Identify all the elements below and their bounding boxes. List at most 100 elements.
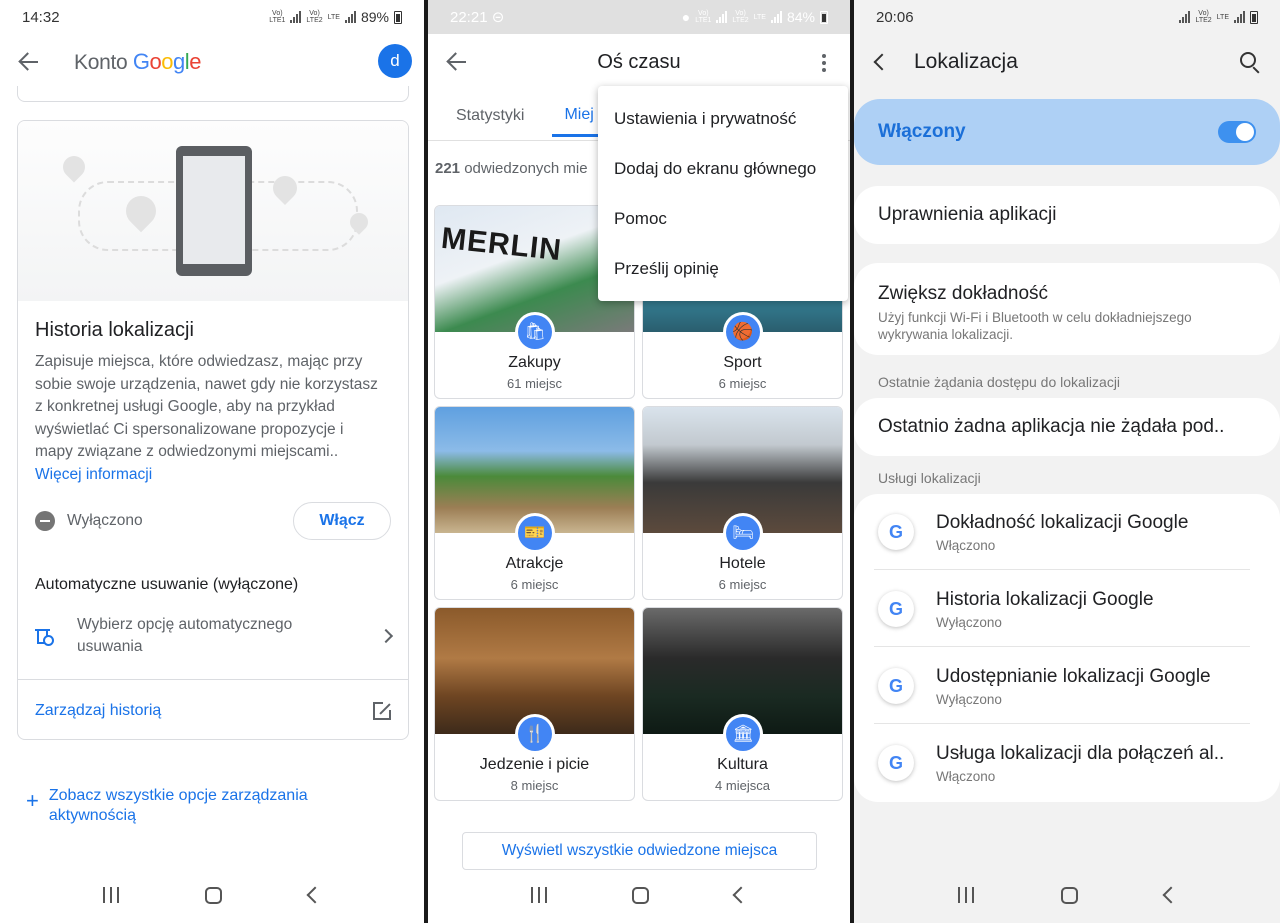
recent-apps-icon[interactable]: [530, 887, 547, 903]
back-icon[interactable]: [732, 886, 750, 904]
place-name: Atrakcje: [505, 555, 564, 572]
lte-indicator: LTE: [753, 13, 766, 21]
bed-icon: 🛏: [723, 513, 763, 553]
status-bar: 22:21 ⊝ ● Vo) LTE1 Vo) LTE2 LTE 84%: [428, 0, 850, 34]
auto-delete-text: Wybierz opcję automatycznego usuwania: [77, 616, 293, 655]
back-arrow-icon[interactable]: [18, 51, 40, 73]
signal-icon-2: [770, 11, 782, 23]
signal-icon-2: [1234, 11, 1245, 23]
page-title: Oś czasu: [597, 50, 681, 73]
previous-card-edge: [17, 86, 409, 102]
service-google-accuracy[interactable]: G Dokładność lokalizacji Google Włączono: [874, 494, 1250, 570]
lte-indicator: LTE: [1216, 13, 1229, 21]
location-history-card: Historia lokalizacji Zapisuje miejsca, k…: [17, 120, 409, 740]
place-count: 6 miejsc: [718, 577, 767, 592]
place-name: Hotele: [719, 555, 766, 572]
back-chevron-icon[interactable]: [873, 53, 891, 71]
store-sign: MERLIN: [439, 221, 564, 268]
history-description: Zapisuje miejsca, które odwiedzasz, mają…: [35, 353, 378, 483]
place-card-hotels[interactable]: 🛏 Hotele 6 miejsc: [642, 406, 843, 600]
place-card-food[interactable]: 🍴 Jedzenie i picie 8 miejsc: [434, 607, 635, 801]
signal-icon: [716, 11, 728, 23]
signal-icon: [1179, 11, 1191, 23]
battery-icon: [1250, 10, 1258, 24]
status-bar: 14:32 Vo) LTE1 Vo) LTE2 LTE 89%: [0, 0, 424, 34]
manage-history-row[interactable]: Zarządzaj historią: [35, 686, 393, 736]
manage-history-link[interactable]: Zarządzaj historią: [35, 702, 161, 720]
place-name: Sport: [723, 354, 762, 371]
basketball-icon: 🏀: [723, 312, 763, 352]
history-status-row: Wyłączono Włącz: [35, 501, 391, 541]
location-settings-panel: 20:06 Vo) LTE2 LTE Lokalizacja Włączony …: [854, 0, 1280, 923]
auto-delete-title: Automatyczne usuwanie (wyłączone): [35, 576, 299, 593]
app-header: Lokalizacja: [854, 34, 1280, 90]
place-count: 61 miejsc: [507, 376, 562, 391]
home-icon[interactable]: [205, 886, 223, 904]
status-time: 20:06: [876, 8, 914, 26]
back-icon[interactable]: [306, 886, 324, 904]
network-indicator: Vo) LTE2: [1195, 10, 1212, 24]
avatar[interactable]: d: [378, 44, 412, 78]
system-nav-bar: [428, 867, 850, 923]
more-options-icon[interactable]: [822, 54, 826, 72]
phone-icon: [176, 146, 252, 276]
search-icon[interactable]: [1240, 52, 1256, 68]
enable-button[interactable]: Włącz: [293, 502, 391, 540]
see-all-activity-link[interactable]: + Zobacz wszystkie opcje zarządzania akt…: [26, 786, 369, 826]
location-master-switch[interactable]: Włączony: [854, 99, 1280, 165]
battery-icon: [820, 10, 828, 24]
place-count: 8 miejsc: [510, 778, 559, 793]
status-time: 14:32: [22, 8, 60, 26]
place-card-attractions[interactable]: 🎫 Atrakcje 6 miejsc: [434, 406, 635, 600]
status-time: 22:21 ⊝: [450, 9, 505, 26]
page-title: Konto Google: [74, 49, 201, 74]
menu-item-help[interactable]: Pomoc: [598, 194, 848, 244]
menu-item-add-to-home[interactable]: Dodaj do ekranu głównego: [598, 144, 848, 194]
visited-count: 221 odwiedzonych mie: [435, 160, 588, 177]
tab-places[interactable]: Miej: [552, 95, 598, 137]
google-icon: G: [878, 668, 914, 704]
app-permissions-row[interactable]: Uprawnienia aplikacji: [854, 186, 1280, 244]
recent-apps-icon[interactable]: [103, 887, 120, 903]
overflow-menu: Ustawienia i prywatność Dodaj do ekranu …: [598, 86, 848, 301]
place-count: 4 miejsca: [715, 778, 770, 793]
recent-apps-icon[interactable]: [957, 887, 974, 903]
location-toggle[interactable]: [1218, 121, 1256, 143]
system-nav-bar: [0, 867, 424, 923]
service-google-sharing[interactable]: G Udostępnianie lokalizacji Google Wyłąc…: [874, 648, 1250, 724]
show-all-places-button[interactable]: Wyświetl wszystkie odwiedzone miejsca: [462, 832, 817, 870]
home-icon[interactable]: [1060, 886, 1078, 904]
signal-icon-2: [344, 11, 356, 23]
home-icon[interactable]: [632, 886, 650, 904]
location-services-list: G Dokładność lokalizacji Google Włączono…: [854, 494, 1280, 802]
tab-statistics[interactable]: Statystyki: [428, 95, 552, 137]
place-card-culture[interactable]: 🏛 Kultura 4 miejsca: [642, 607, 843, 801]
back-icon[interactable]: [1162, 886, 1179, 904]
auto-delete-row[interactable]: Wybierz opcję automatycznego usuwania: [35, 611, 394, 661]
battery-icon: [394, 10, 402, 24]
network-indicator-2: Vo) LTE2: [306, 10, 323, 24]
google-icon: G: [878, 591, 914, 627]
menu-item-settings-privacy[interactable]: Ustawienia i prywatność: [598, 94, 848, 144]
service-emergency-location[interactable]: G Usługa lokalizacji dla połączeń al.. W…: [874, 725, 1250, 801]
place-name: Zakupy: [508, 354, 561, 371]
location-status-icon: ●: [681, 9, 691, 25]
app-header: Oś czasu: [428, 34, 850, 90]
timeline-panel: 22:21 ⊝ ● Vo) LTE1 Vo) LTE2 LTE 84% Oś c…: [428, 0, 850, 923]
network-indicator: Vo) LTE1: [269, 10, 286, 24]
google-account-panel: 14:32 Vo) LTE1 Vo) LTE2 LTE 89% Konto Go…: [0, 0, 424, 923]
plus-icon: +: [26, 788, 39, 813]
menu-item-feedback[interactable]: Prześlij opinię: [598, 244, 848, 294]
chevron-right-icon: [378, 628, 394, 644]
place-name: Kultura: [717, 756, 768, 773]
ticket-icon: 🎫: [515, 513, 555, 553]
place-name: Jedzenie i picie: [479, 756, 590, 773]
improve-accuracy-row[interactable]: Zwiększ dokładność Użyj funkcji Wi-Fi i …: [854, 263, 1280, 355]
system-nav-bar: [854, 867, 1280, 923]
battery-percent: 89%: [360, 9, 389, 25]
service-google-history[interactable]: G Historia lokalizacji Google Wyłączono: [874, 571, 1250, 647]
accuracy-title: Zwiększ dokładność: [878, 283, 1049, 304]
back-arrow-icon[interactable]: [446, 51, 468, 73]
network-indicator: Vo) LTE1: [695, 10, 712, 24]
more-info-link[interactable]: Więcej informacji: [35, 466, 152, 483]
